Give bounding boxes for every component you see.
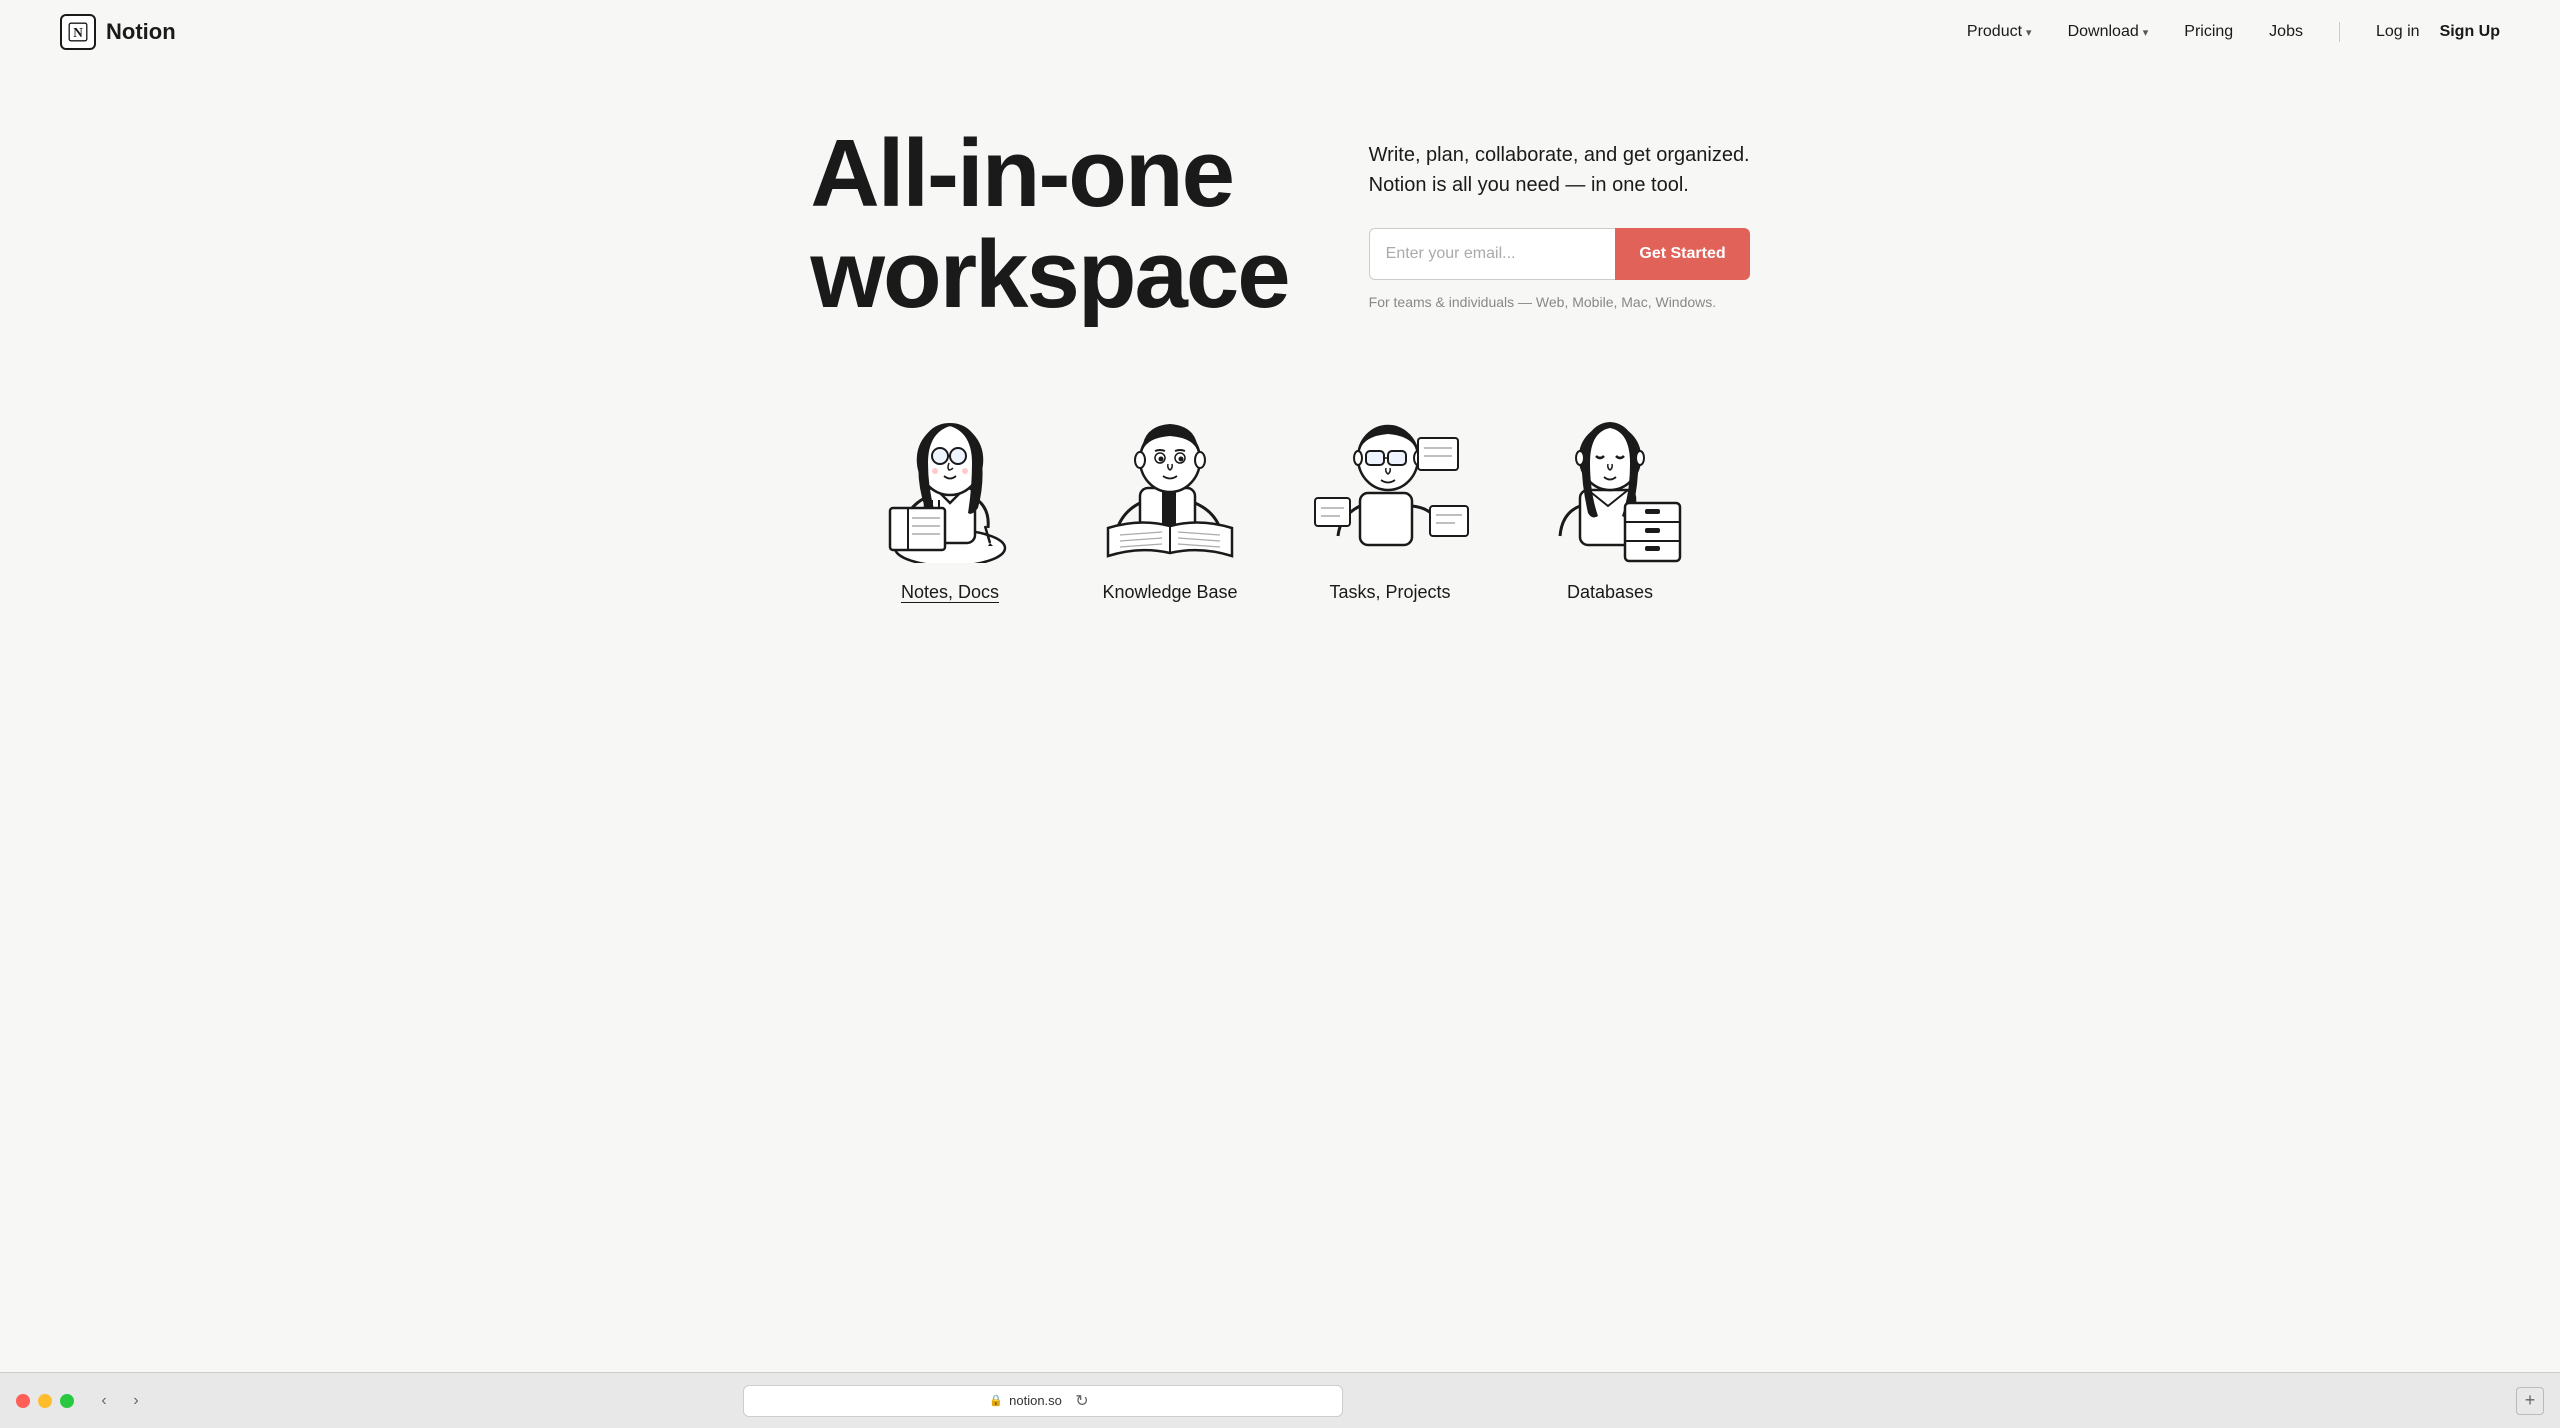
hero-title: All-in-one workspace bbox=[810, 124, 1288, 326]
url-bar[interactable]: 🔒 notion.so ↻ bbox=[743, 1385, 1343, 1417]
hero-cta-block: Write, plan, collaborate, and get organi… bbox=[1369, 140, 1750, 310]
nav-links: Product ▾ Download ▾ Pricing Jobs Log in… bbox=[1967, 22, 2500, 42]
nav-auth: Log in Sign Up bbox=[2376, 23, 2500, 41]
email-input[interactable] bbox=[1369, 228, 1616, 280]
signup-link[interactable]: Sign Up bbox=[2440, 23, 2500, 41]
feature-label-notes-docs: Notes, Docs bbox=[901, 582, 999, 603]
browser-navigation: ‹ › bbox=[90, 1387, 150, 1415]
feature-label-databases: Databases bbox=[1567, 582, 1653, 603]
feature-label-tasks-projects: Tasks, Projects bbox=[1329, 582, 1450, 603]
nav-pricing[interactable]: Pricing bbox=[2184, 23, 2233, 41]
reload-button[interactable]: ↻ bbox=[1068, 1387, 1096, 1415]
minimize-button[interactable] bbox=[38, 1394, 52, 1408]
chevron-down-icon: ▾ bbox=[2143, 26, 2149, 39]
forward-button[interactable]: › bbox=[122, 1387, 150, 1415]
databases-illustration bbox=[1520, 386, 1700, 566]
back-button[interactable]: ‹ bbox=[90, 1387, 118, 1415]
nav-jobs[interactable]: Jobs bbox=[2269, 23, 2303, 41]
hero-cta-form: Get Started bbox=[1369, 228, 1750, 280]
navbar: N Notion Product ▾ Download ▾ Pricing Jo… bbox=[0, 0, 2560, 64]
login-link[interactable]: Log in bbox=[2376, 23, 2420, 41]
traffic-lights bbox=[16, 1394, 74, 1408]
notes-docs-illustration bbox=[860, 386, 1040, 566]
maximize-button[interactable] bbox=[60, 1394, 74, 1408]
tasks-projects-illustration bbox=[1300, 386, 1480, 566]
nav-divider bbox=[2339, 22, 2340, 42]
knowledge-base-illustration bbox=[1080, 386, 1260, 566]
feature-notes-docs[interactable]: Notes, Docs bbox=[840, 386, 1060, 603]
get-started-button[interactable]: Get Started bbox=[1615, 228, 1749, 280]
new-tab-button[interactable]: + bbox=[2516, 1387, 2544, 1415]
feature-knowledge-base[interactable]: Knowledge Base bbox=[1060, 386, 1280, 603]
nav-product[interactable]: Product ▾ bbox=[1967, 23, 2032, 41]
hero-title-block: All-in-one workspace bbox=[810, 124, 1288, 326]
svg-text:N: N bbox=[73, 25, 83, 40]
lock-icon: 🔒 bbox=[989, 1394, 1003, 1407]
nav-logo[interactable]: N Notion bbox=[60, 14, 176, 50]
browser-chrome: ‹ › 🔒 notion.so ↻ + bbox=[0, 1372, 2560, 1428]
close-button[interactable] bbox=[16, 1394, 30, 1408]
hero-caption: For teams & individuals — Web, Mobile, M… bbox=[1369, 294, 1750, 310]
url-text: notion.so bbox=[1009, 1393, 1062, 1408]
brand-name: Notion bbox=[106, 19, 176, 45]
hero-subtitle: Write, plan, collaborate, and get organi… bbox=[1369, 140, 1750, 200]
main-page: N Notion Product ▾ Download ▾ Pricing Jo… bbox=[0, 0, 2560, 1372]
features-section: Notes, Docs bbox=[0, 366, 2560, 663]
feature-databases[interactable]: Databases bbox=[1500, 386, 1720, 603]
hero-section: All-in-one workspace Write, plan, collab… bbox=[0, 64, 2560, 366]
chevron-down-icon: ▾ bbox=[2026, 26, 2032, 39]
nav-download[interactable]: Download ▾ bbox=[2068, 23, 2149, 41]
feature-tasks-projects[interactable]: Tasks, Projects bbox=[1280, 386, 1500, 603]
feature-label-knowledge-base: Knowledge Base bbox=[1102, 582, 1237, 603]
notion-logo-icon: N bbox=[60, 14, 96, 50]
